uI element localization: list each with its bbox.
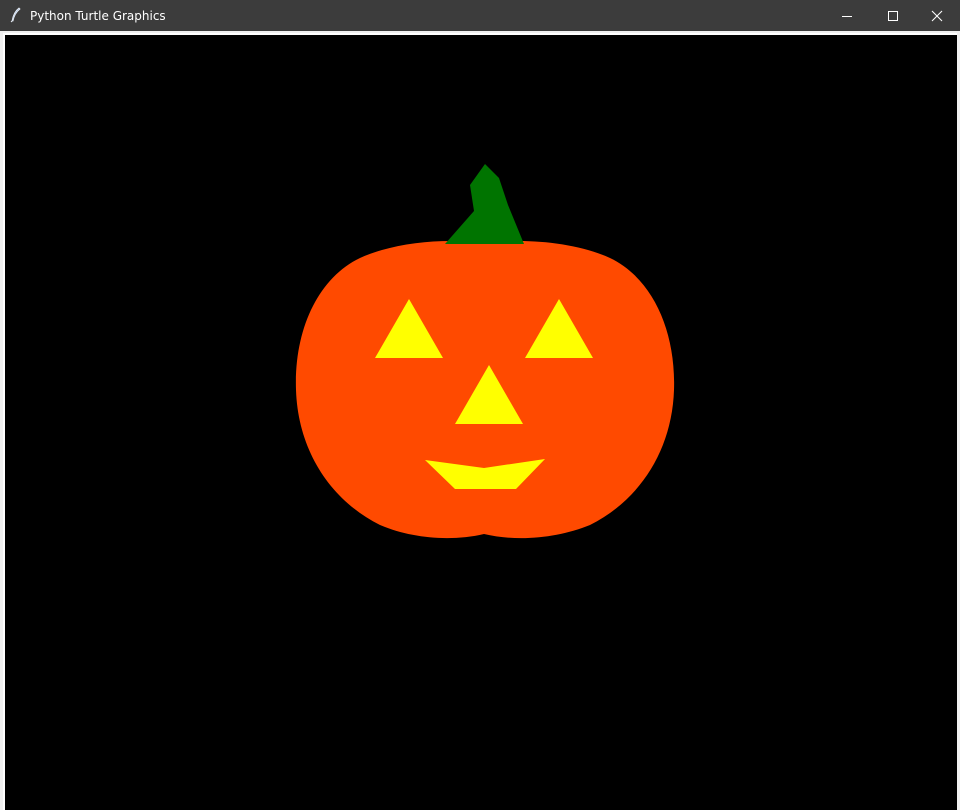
turtle-window: Python Turtle Graphics: [0, 0, 960, 810]
maximize-button[interactable]: [870, 0, 916, 31]
pumpkin-drawing: [295, 164, 675, 539]
minimize-button[interactable]: [824, 0, 870, 31]
title-bar[interactable]: Python Turtle Graphics: [0, 0, 960, 31]
window-title: Python Turtle Graphics: [30, 9, 166, 23]
close-button[interactable]: [914, 0, 960, 31]
close-icon: [931, 10, 943, 22]
turtle-canvas[interactable]: [5, 35, 957, 810]
feather-app-icon: [8, 7, 24, 23]
maximize-icon: [887, 10, 899, 22]
minimize-icon: [841, 10, 853, 22]
pumpkin-stem: [445, 164, 524, 244]
